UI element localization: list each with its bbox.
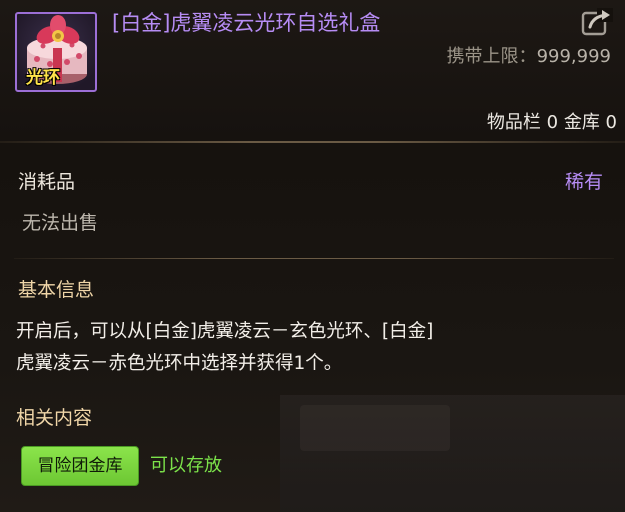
sell-status: 无法出售 <box>22 212 99 234</box>
basic-info-title: 基本信息 <box>18 279 95 301</box>
header-divider <box>0 141 625 143</box>
background-window-element <box>300 405 450 451</box>
storage-counts: 物品栏 0 金库 0 <box>486 112 617 133</box>
item-title: [白金]虎翼凌云光环自选礼盒 <box>112 11 381 35</box>
storage-status: 可以存放 <box>150 455 222 476</box>
item-icon-frame: 光环 <box>15 12 97 92</box>
item-type-tag: 光环 <box>26 68 60 88</box>
item-category: 消耗品 <box>18 171 76 193</box>
item-description: 开启后，可以从[白金]虎翼凌云－玄色光环、[白金] 虎翼凌云－赤色光环中选择并获… <box>16 316 576 380</box>
related-content-title: 相关内容 <box>16 407 93 429</box>
carry-limit-value: 999,999 <box>536 46 611 67</box>
item-rarity: 稀有 <box>564 171 603 193</box>
item-tooltip-panel: 光环 [白金]虎翼凌云光环自选礼盒 携带上限：999,999 物品栏 0 金库 … <box>0 0 625 512</box>
description-line-1: 开启后，可以从[白金]虎翼凌云－玄色光环、[白金] <box>16 321 434 342</box>
carry-limit-label: 携带上限： <box>446 46 537 67</box>
description-line-2: 虎翼凌云－赤色光环中选择并获得1个。 <box>16 353 343 374</box>
carry-limit: 携带上限：999,999 <box>447 44 611 70</box>
account-storage-badge: 冒险团金库 <box>21 446 139 486</box>
section-divider <box>14 258 614 259</box>
share-export-icon[interactable] <box>581 8 613 36</box>
